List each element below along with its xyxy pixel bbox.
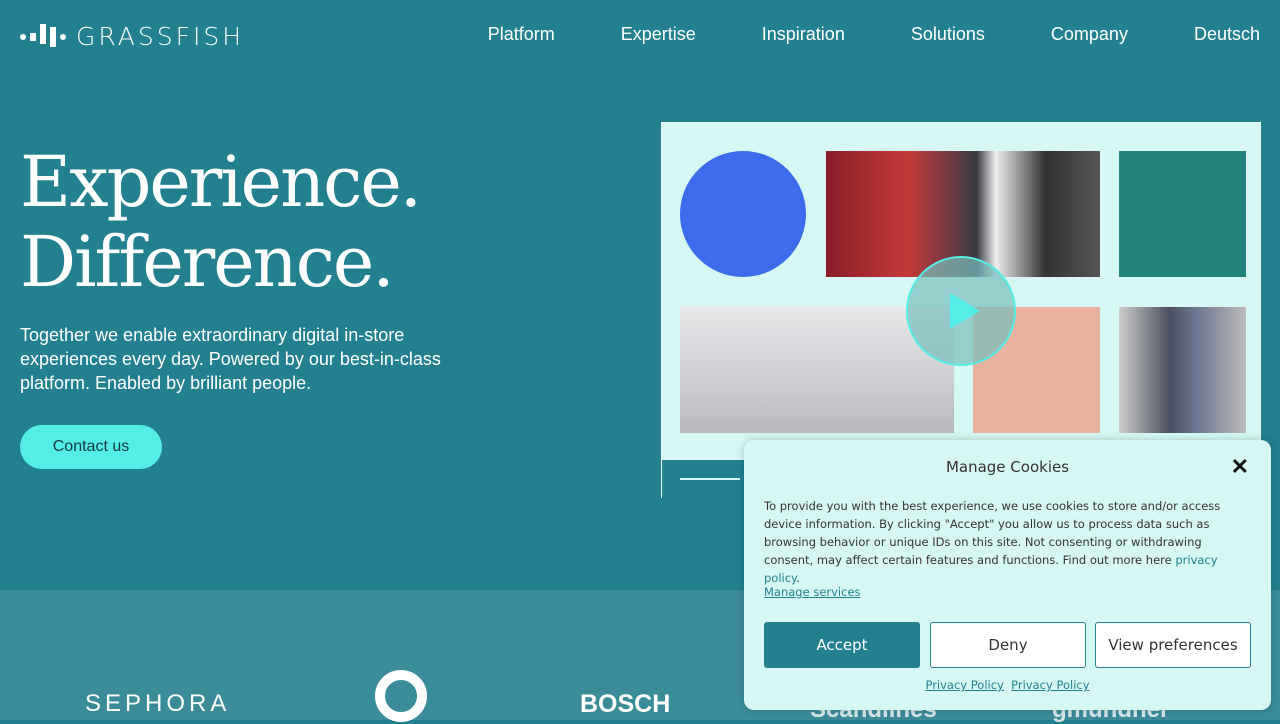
nav-solutions[interactable]: Solutions bbox=[911, 24, 985, 45]
hero-lead: Together we enable extraordinary digital… bbox=[20, 325, 441, 393]
contact-us-button[interactable]: Contact us bbox=[20, 425, 162, 469]
logo-text: GRASSFISH bbox=[76, 22, 244, 51]
teal-square bbox=[1119, 151, 1246, 277]
main-nav: Platform Expertise Inspiration Solutions… bbox=[488, 24, 1260, 45]
view-preferences-button[interactable]: View preferences bbox=[1095, 622, 1251, 668]
play-button[interactable] bbox=[906, 256, 1016, 366]
policy-links: Privacy Policy Privacy Policy bbox=[744, 678, 1271, 692]
privacy-policy-link-1[interactable]: Privacy Policy bbox=[925, 678, 1003, 692]
blue-circle bbox=[680, 151, 806, 277]
close-icon[interactable]: ✕ bbox=[1231, 454, 1249, 480]
nav-expertise[interactable]: Expertise bbox=[621, 24, 696, 45]
logo-mark-icon bbox=[20, 23, 66, 47]
privacy-policy-link-2[interactable]: Privacy Policy bbox=[1011, 678, 1089, 692]
grassfish-logo[interactable]: GRASSFISH bbox=[20, 22, 244, 51]
mannequin-image bbox=[1119, 307, 1246, 433]
play-icon bbox=[950, 293, 980, 329]
nav-language[interactable]: Deutsch bbox=[1194, 24, 1260, 45]
manage-services-link[interactable]: Manage services bbox=[764, 585, 861, 599]
cookie-title: Manage Cookies bbox=[945, 458, 1070, 476]
circle-logo bbox=[375, 670, 427, 722]
deny-button[interactable]: Deny bbox=[930, 622, 1086, 668]
nav-inspiration[interactable]: Inspiration bbox=[762, 24, 845, 45]
hero-title: Experience. Difference. bbox=[20, 141, 422, 303]
nav-platform[interactable]: Platform bbox=[488, 24, 555, 45]
accept-button[interactable]: Accept bbox=[764, 622, 920, 668]
sephora-logo: SEPHORA bbox=[85, 690, 231, 717]
bosch-logo: BOSCH bbox=[580, 690, 671, 718]
nav-company[interactable]: Company bbox=[1051, 24, 1128, 45]
cookie-body: To provide you with the best experience,… bbox=[764, 499, 1221, 585]
cookie-dialog: Manage Cookies ✕ To provide you with the… bbox=[744, 440, 1271, 710]
